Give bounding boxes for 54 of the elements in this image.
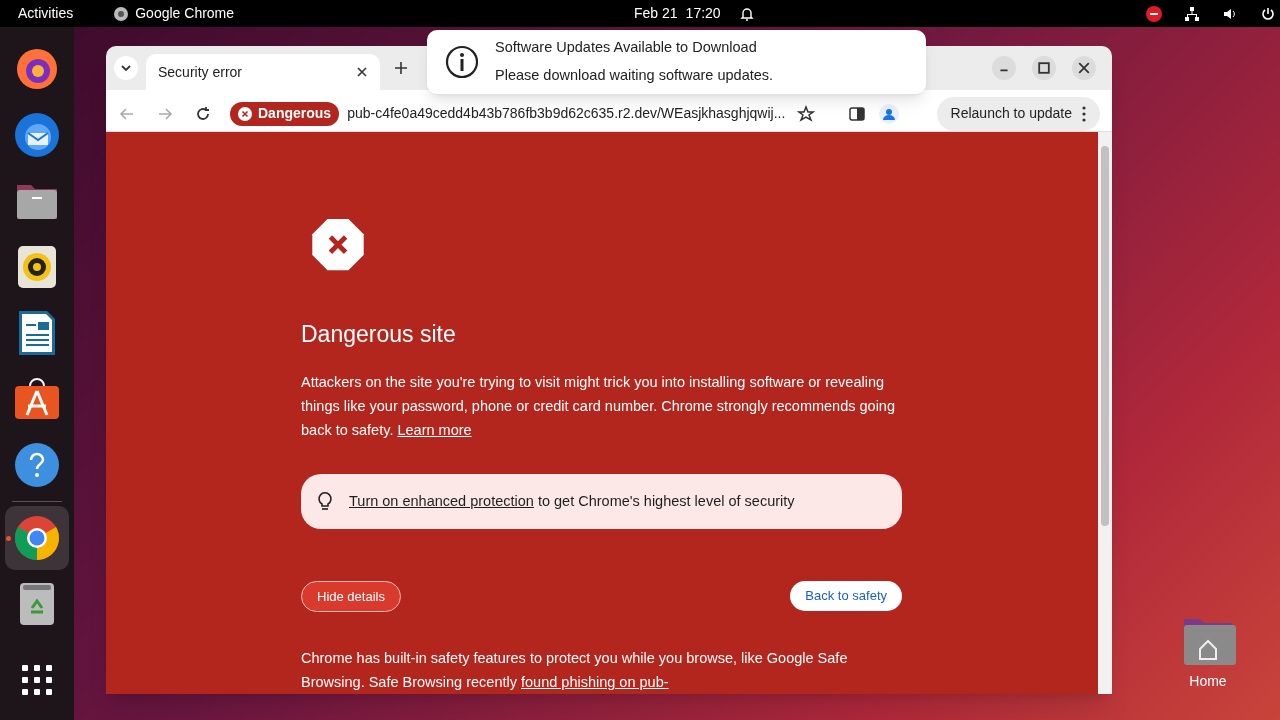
minimize-icon[interactable] xyxy=(992,56,1016,80)
notification-title: Software Updates Available to Download xyxy=(495,38,758,58)
security-chip[interactable]: Dangerous xyxy=(230,101,340,126)
activities-button[interactable]: Activities xyxy=(18,3,74,24)
chrome-icon xyxy=(13,514,61,562)
date-text[interactable]: Feb 21 xyxy=(634,3,678,24)
star-icon[interactable] xyxy=(797,104,816,123)
close-icon[interactable] xyxy=(356,66,368,78)
recycle-bin-icon xyxy=(19,582,55,626)
error-icon xyxy=(238,106,252,121)
power-icon[interactable] xyxy=(1260,5,1276,22)
phishing-link[interactable]: found phishing on pub- xyxy=(521,674,669,690)
app-icon xyxy=(113,5,130,22)
running-indicator xyxy=(6,536,11,541)
home-label[interactable]: Home xyxy=(1189,671,1227,692)
maximize-icon[interactable] xyxy=(1032,56,1056,80)
tab-title: Security error xyxy=(158,62,244,82)
protection-text: Turn on enhanced protection to get Chrome's highest level of security xyxy=(349,491,795,511)
speaker-icon xyxy=(17,245,57,289)
shopping-bag-icon xyxy=(14,378,60,420)
hide-details-button[interactable]: Hide details xyxy=(301,581,401,612)
more-menu-icon[interactable] xyxy=(1082,105,1086,122)
new-tab-icon[interactable] xyxy=(394,61,408,75)
danger-icon xyxy=(310,218,366,272)
profile-icon[interactable] xyxy=(879,103,900,124)
network-icon[interactable] xyxy=(1184,5,1200,22)
scrollbar[interactable] xyxy=(1098,132,1112,694)
time-text[interactable]: 17:20 xyxy=(685,3,721,24)
browser-tab[interactable]: Security error xyxy=(146,54,380,90)
app-name[interactable]: Google Chrome xyxy=(135,3,235,24)
warning-paragraph: Attackers on the site you're trying to visit might trick you into installing software or revealing things like your password, phone or credit card number. Chrome strongly recommends going back to safety. Learn more xyxy=(301,372,896,440)
firefox-icon xyxy=(15,47,59,91)
info-icon xyxy=(445,45,479,79)
tab-search-icon[interactable] xyxy=(114,56,138,80)
bell-icon[interactable] xyxy=(738,5,755,22)
notification-body: Please download waiting software updates. xyxy=(495,66,774,85)
help-icon xyxy=(15,443,59,487)
enhanced-protection-link[interactable]: Turn on enhanced protection xyxy=(349,492,534,509)
learn-more-link[interactable]: Learn more xyxy=(397,421,472,438)
page-heading: Dangerous site xyxy=(301,320,457,350)
document-icon xyxy=(17,310,57,356)
url-text[interactable]: pub-c4fe0a49cedd4b43b786fb3b9d62c635.r2.dev/WEasjkhasghjqwij... xyxy=(347,103,786,124)
scrollbar-thumb[interactable] xyxy=(1101,146,1109,526)
do-not-disturb-icon[interactable] xyxy=(1146,5,1162,22)
close-icon[interactable] xyxy=(1072,56,1096,80)
back-to-safety-button[interactable]: Back to safety xyxy=(790,581,902,611)
app-grid-icon[interactable] xyxy=(21,664,53,696)
lightbulb-icon xyxy=(317,491,333,512)
side-panel-icon[interactable] xyxy=(849,105,866,122)
reload-icon[interactable] xyxy=(194,104,212,123)
details-paragraph: Chrome has built-in safety features to protect you while you browse, like Google Safe Browsing. Safe Browsing recently found phishing on pub- xyxy=(301,649,849,692)
mail-app-icon xyxy=(13,111,61,159)
dock-item[interactable] xyxy=(5,506,69,570)
relaunch-button[interactable]: Relaunch to update xyxy=(936,96,1100,131)
